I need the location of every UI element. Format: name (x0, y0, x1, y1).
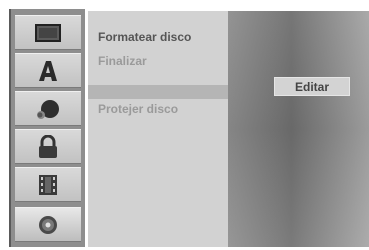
sidebar-item-disc-menu[interactable] (15, 15, 81, 50)
lock-icon (39, 134, 57, 158)
disc-menu-panel: Formatear disco Finalizar Protejer disco (88, 11, 228, 247)
submenu-panel: Editar (228, 11, 369, 247)
sidebar-item-lock[interactable] (15, 129, 81, 164)
disc-icon (39, 215, 57, 234)
sidebar-item-disc[interactable] (15, 207, 81, 242)
menu-item-proteger-disco[interactable]: Protejer disco (98, 102, 178, 116)
sidebar-item-audio[interactable] (15, 91, 81, 126)
title-letter-icon (39, 60, 57, 81)
film-icon (39, 174, 57, 195)
sidebar-item-film[interactable] (15, 167, 81, 202)
menu-item-finalizar[interactable]: Finalizar (98, 54, 147, 68)
menu-separator (88, 85, 228, 99)
menu-item-formatear-disco[interactable]: Formatear disco (98, 30, 191, 44)
disc-menu-icon (35, 23, 61, 42)
dvd-setup-screen: Formatear disco Finalizar Protejer disco… (0, 0, 369, 250)
editar-button[interactable]: Editar (274, 77, 350, 96)
audio-icon (37, 99, 59, 119)
icon-sidebar (9, 9, 85, 247)
sidebar-item-title[interactable] (15, 53, 81, 88)
